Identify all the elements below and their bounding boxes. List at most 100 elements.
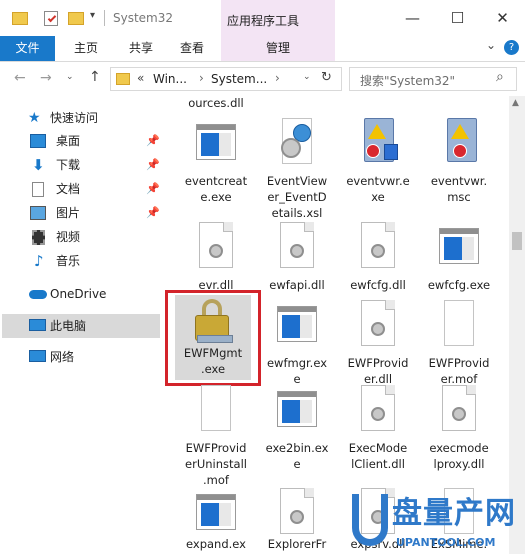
search-input[interactable]: 搜索"System32" ⌕ xyxy=(349,67,517,91)
maximize-button[interactable]: ☐ xyxy=(435,0,480,36)
file-item-selected[interactable]: EWFMgmt .exe xyxy=(175,295,251,380)
help-label: ? xyxy=(508,42,515,53)
xsl-file-icon xyxy=(273,118,321,168)
title-separator xyxy=(104,10,105,26)
exe-window-icon xyxy=(192,488,240,538)
desktop-icon xyxy=(30,134,46,148)
forward-icon[interactable]: → xyxy=(40,70,52,86)
exe-window-icon xyxy=(273,385,321,435)
file-item[interactable]: eventvwr.e xe xyxy=(337,118,419,218)
video-icon xyxy=(32,230,45,245)
watermark-u-icon xyxy=(352,494,388,546)
nav-item-videos[interactable]: 视频 xyxy=(12,226,160,248)
scroll-up-icon[interactable]: ▲ xyxy=(512,98,519,108)
qat-dropdown-icon[interactable]: ▾ xyxy=(90,10,95,21)
close-button[interactable]: ✕ xyxy=(480,0,525,36)
file-item[interactable]: eventcreat e.exe xyxy=(175,118,257,218)
tab-home[interactable]: 主页 xyxy=(63,36,109,61)
nav-quick-access[interactable]: ★ 快速访问 xyxy=(2,107,160,129)
scrollbar-thumb[interactable] xyxy=(512,232,522,250)
file-name: ExecMode lClient.dll xyxy=(348,441,408,471)
breadcrumb-separator-end[interactable]: › xyxy=(275,71,280,85)
nav-quick-access-label: 快速访问 xyxy=(50,111,99,125)
file-name: ources.dll xyxy=(188,96,244,110)
file-item[interactable]: expand.ex xyxy=(175,488,257,554)
exe-window-icon xyxy=(273,300,321,350)
pin-icon[interactable]: 📌 xyxy=(146,202,160,224)
file-item[interactable]: ExecMode lClient.dll xyxy=(337,385,419,485)
blank-file-icon xyxy=(192,385,240,435)
file-name: EWFProvid er.dll xyxy=(347,356,409,386)
tab-file[interactable]: 文件 xyxy=(0,36,55,61)
nav-item-documents[interactable]: 文档 📌 xyxy=(12,178,160,200)
star-icon: ★ xyxy=(28,110,41,126)
pin-icon[interactable]: 📌 xyxy=(146,154,160,176)
dll-gear-icon xyxy=(435,385,483,435)
file-name: expand.ex xyxy=(186,537,246,551)
address-bar[interactable]: « Win... › System... › ⌄ ↻ xyxy=(110,67,342,91)
nav-item-downloads-label: 下载 xyxy=(56,158,81,172)
address-dropdown-icon[interactable]: ⌄ xyxy=(303,72,311,82)
up-icon[interactable]: ↑ xyxy=(89,69,101,85)
file-name: ewfcfg.dll xyxy=(350,278,406,292)
nav-item-pictures[interactable]: 图片 📌 xyxy=(12,202,160,224)
qat-properties-icon[interactable] xyxy=(44,11,58,26)
nav-item-pictures-label: 图片 xyxy=(56,206,81,220)
breadcrumb-overflow[interactable]: « xyxy=(137,71,144,85)
file-item[interactable]: EventView er_EventD etails.xsl xyxy=(256,118,338,220)
breadcrumb-windows[interactable]: Win... xyxy=(153,72,187,86)
tab-share[interactable]: 共享 xyxy=(118,36,164,61)
nav-item-videos-label: 视频 xyxy=(56,230,81,244)
search-placeholder: 搜索"System32" xyxy=(360,74,456,88)
context-tab-group: 应用程序工具 xyxy=(221,0,335,38)
breadcrumb-separator[interactable]: › xyxy=(199,71,204,85)
file-name: eventvwr.e xe xyxy=(346,174,410,204)
file-name: eventcreat e.exe xyxy=(184,174,248,204)
file-item[interactable]: eventvwr. msc xyxy=(418,118,500,218)
window-title: System32 xyxy=(113,11,174,25)
download-icon: ⬇ xyxy=(32,156,45,174)
file-item[interactable]: execmode lproxy.dll xyxy=(418,385,500,485)
tab-view[interactable]: 查看 xyxy=(169,36,215,61)
blank-file-icon xyxy=(435,300,483,350)
lock-icon xyxy=(189,297,237,347)
nav-item-desktop[interactable]: 桌面 📌 xyxy=(12,130,160,152)
nav-item-downloads[interactable]: ⬇ 下载 📌 xyxy=(12,154,160,176)
tab-manage[interactable]: 管理 xyxy=(221,36,335,61)
help-icon[interactable]: ? xyxy=(504,40,519,55)
dll-gear-icon xyxy=(192,222,240,272)
refresh-icon[interactable]: ↻ xyxy=(321,70,332,85)
nav-this-pc[interactable]: 此电脑 xyxy=(2,314,160,338)
music-icon: ♪ xyxy=(34,252,44,270)
file-name: ewfmgr.ex e xyxy=(266,356,328,386)
file-item[interactable]: exe2bin.ex e xyxy=(256,385,338,485)
breadcrumb-system32[interactable]: System... xyxy=(211,72,267,86)
ribbon-collapse-icon[interactable]: ⌄ xyxy=(486,38,496,52)
context-group-label: 应用程序工具 xyxy=(227,14,300,28)
minimize-button[interactable]: — xyxy=(390,0,435,36)
nav-item-music[interactable]: ♪ 音乐 xyxy=(12,250,160,272)
nav-onedrive-label: OneDrive xyxy=(50,287,107,301)
pictures-icon xyxy=(30,206,46,220)
pin-icon[interactable]: 📌 xyxy=(146,178,160,200)
search-icon: ⌕ xyxy=(496,69,504,85)
qat-folder-icon[interactable] xyxy=(12,12,28,25)
qat-newfolder-icon[interactable] xyxy=(68,12,84,25)
nav-onedrive[interactable]: OneDrive xyxy=(2,283,160,305)
file-item-partial[interactable]: ources.dll xyxy=(175,96,257,110)
watermark-url: UPANTOOL.COM xyxy=(396,536,496,549)
file-name: EWFProvid er.mof xyxy=(428,356,490,386)
back-icon[interactable]: ← xyxy=(14,70,26,86)
file-item[interactable]: EWFProvid erUninstall .mof xyxy=(175,385,257,495)
nav-network-label: 网络 xyxy=(50,350,75,364)
address-folder-icon xyxy=(116,73,130,85)
nav-network[interactable]: 网络 xyxy=(2,346,160,368)
file-item[interactable]: ExplorerFr xyxy=(256,488,338,554)
pin-icon[interactable]: 📌 xyxy=(146,130,160,152)
dll-gear-icon xyxy=(273,488,321,538)
file-name: ewfcfg.exe xyxy=(427,278,491,292)
watermark-title: 盘量产网 xyxy=(392,496,516,531)
nav-item-documents-label: 文档 xyxy=(56,182,81,196)
dll-gear-icon xyxy=(354,222,402,272)
recent-dropdown-icon[interactable]: ⌄ xyxy=(66,72,74,82)
